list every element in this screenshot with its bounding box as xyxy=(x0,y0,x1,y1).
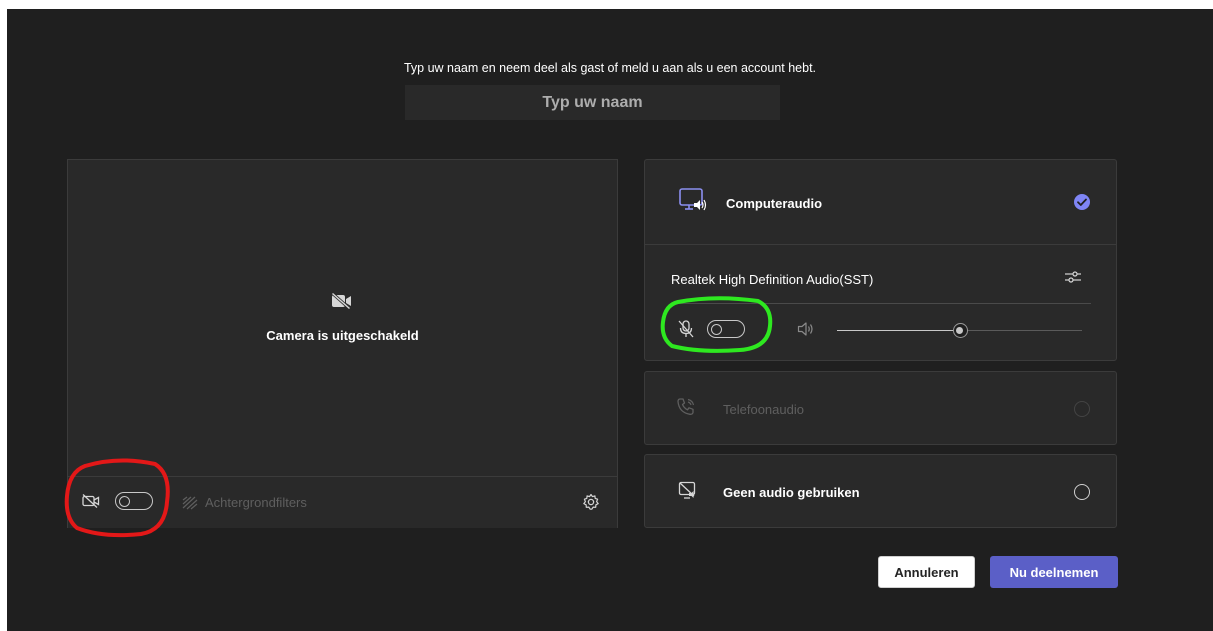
volume-thumb[interactable] xyxy=(952,323,968,338)
mic-toggle[interactable] xyxy=(707,320,745,338)
mic-off-icon xyxy=(678,320,694,338)
phone-icon xyxy=(677,398,695,415)
background-filters-button[interactable]: Achtergrondfilters xyxy=(182,495,307,510)
device-divider xyxy=(671,303,1091,304)
video-controls-bar: Achtergrondfilters xyxy=(68,476,617,528)
gear-icon[interactable] xyxy=(582,493,600,511)
camera-icon xyxy=(82,494,100,508)
computer-audio-panel[interactable]: Computeraudio Realtek High Definition Au… xyxy=(644,159,1117,361)
check-icon[interactable] xyxy=(1073,193,1091,211)
background-filters-icon xyxy=(182,496,198,509)
phone-audio-label: Telefoonaudio xyxy=(723,402,804,417)
no-audio-option[interactable]: Geen audio gebruiken xyxy=(644,454,1117,528)
join-now-button[interactable]: Nu deelnemen xyxy=(990,556,1118,588)
no-audio-label: Geen audio gebruiken xyxy=(723,485,860,500)
join-instruction: Typ uw naam en neem deel als gast of mel… xyxy=(403,61,817,75)
volume-slider[interactable] xyxy=(837,323,1082,338)
name-input[interactable] xyxy=(405,85,780,120)
teams-join-window: Typ uw naam en neem deel als gast of mel… xyxy=(7,9,1213,631)
no-audio-icon xyxy=(678,481,696,499)
computer-audio-label: Computeraudio xyxy=(726,196,823,211)
computer-audio-header[interactable] xyxy=(645,160,1116,245)
video-preview: Camera is uitgeschakeld Achtergrondfilte… xyxy=(67,159,618,528)
audio-device-name[interactable]: Realtek High Definition Audio(SST) xyxy=(671,272,873,287)
camera-toggle[interactable] xyxy=(115,492,153,510)
speaker-icon xyxy=(797,322,813,336)
camera-off-icon xyxy=(331,292,351,310)
camera-status-text: Camera is uitgeschakeld xyxy=(266,328,419,343)
phone-audio-option[interactable]: Telefoonaudio xyxy=(644,371,1117,445)
volume-fill xyxy=(837,330,960,331)
background-filters-label: Achtergrondfilters xyxy=(205,495,307,510)
cancel-button[interactable]: Annuleren xyxy=(878,556,975,588)
device-settings-icon[interactable] xyxy=(1064,269,1082,285)
toggle-knob xyxy=(711,323,722,335)
no-audio-radio[interactable] xyxy=(1074,484,1090,500)
toggle-knob xyxy=(119,495,130,507)
computer-audio-icon xyxy=(679,188,707,211)
phone-audio-radio[interactable] xyxy=(1074,401,1090,417)
